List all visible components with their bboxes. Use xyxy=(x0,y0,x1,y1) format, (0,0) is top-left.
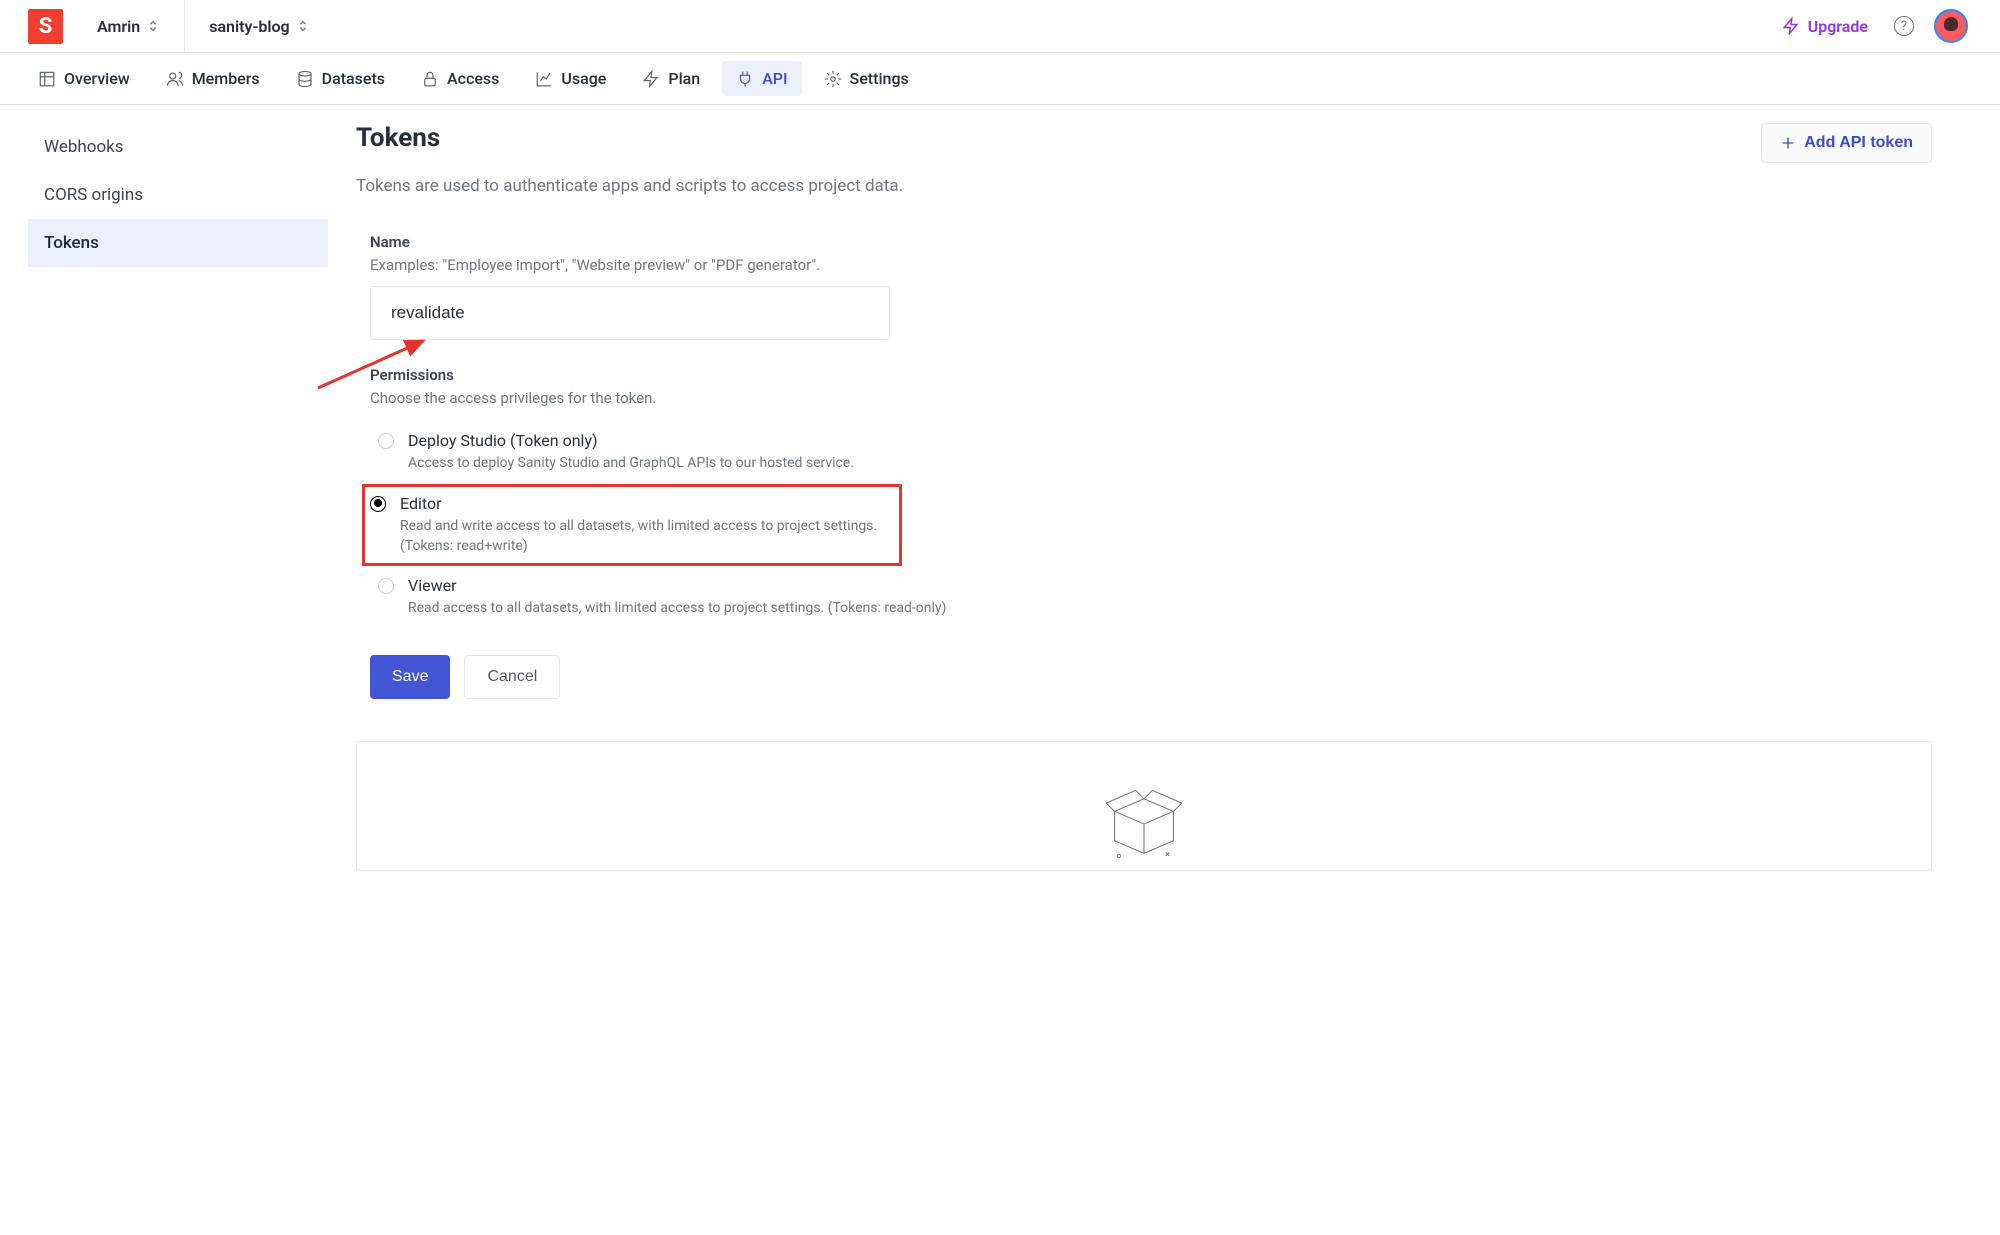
tab-settings[interactable]: Settings xyxy=(810,61,923,96)
radio-desc: Read and write access to all datasets, w… xyxy=(400,516,894,557)
upgrade-button[interactable]: Upgrade xyxy=(1770,11,1880,42)
sidebar-item-cors[interactable]: CORS origins xyxy=(28,171,328,219)
radio-title: Viewer xyxy=(408,576,946,595)
tab-label: Plan xyxy=(668,69,700,88)
token-form: Name Examples: "Employee import", "Websi… xyxy=(356,233,1932,698)
org-selector[interactable]: Amrin xyxy=(87,11,170,42)
chevron-updown-icon xyxy=(296,19,310,33)
users-icon xyxy=(166,70,184,88)
tab-label: Overview xyxy=(64,69,130,88)
plus-icon xyxy=(1780,135,1796,151)
database-icon xyxy=(296,70,314,88)
chevron-updown-icon xyxy=(146,19,160,33)
lightning-icon xyxy=(642,70,660,88)
permission-viewer[interactable]: Viewer Read access to all datasets, with… xyxy=(370,566,1932,628)
permission-editor[interactable]: Editor Read and write access to all data… xyxy=(362,484,902,567)
tab-plan[interactable]: Plan xyxy=(628,61,714,96)
tab-label: Members xyxy=(192,69,260,88)
radio-icon xyxy=(378,578,394,594)
name-input[interactable] xyxy=(370,286,890,340)
radio-title: Deploy Studio (Token only) xyxy=(408,431,854,450)
tab-usage[interactable]: Usage xyxy=(521,61,620,96)
divider xyxy=(184,0,185,53)
sidebar-item-webhooks[interactable]: Webhooks xyxy=(28,123,328,171)
sanity-logo[interactable]: S xyxy=(28,9,63,44)
permissions-hint: Choose the access privileges for the tok… xyxy=(370,389,1932,407)
avatar[interactable] xyxy=(1934,9,1968,43)
tab-label: Settings xyxy=(850,69,909,88)
api-sidebar: Webhooks CORS origins Tokens xyxy=(28,123,328,871)
tab-api[interactable]: API xyxy=(722,61,801,96)
help-button[interactable]: ? xyxy=(1894,16,1914,36)
radio-desc: Read access to all datasets, with limite… xyxy=(408,598,946,618)
project-selector[interactable]: sanity-blog xyxy=(199,11,319,42)
page-title: Tokens xyxy=(356,123,440,153)
add-api-token-button[interactable]: Add API token xyxy=(1761,123,1932,163)
tab-overview[interactable]: Overview xyxy=(24,61,144,96)
plug-icon xyxy=(736,70,754,88)
name-hint: Examples: "Employee import", "Website pr… xyxy=(370,256,1932,274)
cancel-button[interactable]: Cancel xyxy=(464,655,560,699)
top-bar: S Amrin sanity-blog Upgrade ? xyxy=(0,0,2000,53)
grid-icon xyxy=(38,70,56,88)
tab-label: API xyxy=(762,69,787,88)
chart-icon xyxy=(535,70,553,88)
project-tabs: Overview Members Datasets Access Usage P… xyxy=(0,53,2000,105)
org-name: Amrin xyxy=(97,17,140,36)
tab-datasets[interactable]: Datasets xyxy=(282,61,399,96)
permissions-label: Permissions xyxy=(370,366,1932,384)
permission-radio-group: Deploy Studio (Token only) Access to dep… xyxy=(370,421,1932,628)
radio-desc: Access to deploy Sanity Studio and Graph… xyxy=(408,453,854,473)
radio-icon xyxy=(378,433,394,449)
empty-state xyxy=(356,741,1932,871)
name-label: Name xyxy=(370,233,1932,251)
tab-access[interactable]: Access xyxy=(407,61,513,96)
gear-icon xyxy=(824,70,842,88)
add-btn-label: Add API token xyxy=(1804,134,1913,152)
radio-title: Editor xyxy=(400,494,894,513)
tab-label: Access xyxy=(447,69,499,88)
project-name: sanity-blog xyxy=(209,17,289,36)
radio-icon xyxy=(370,496,386,512)
open-box-icon xyxy=(1102,782,1186,866)
permission-deploy-studio[interactable]: Deploy Studio (Token only) Access to dep… xyxy=(370,421,1932,483)
lightning-icon xyxy=(1782,17,1800,35)
tab-label: Usage xyxy=(561,69,606,88)
page-content: Tokens Add API token Tokens are used to … xyxy=(356,123,1972,871)
tab-label: Datasets xyxy=(322,69,385,88)
upgrade-label: Upgrade xyxy=(1808,17,1868,36)
save-button[interactable]: Save xyxy=(370,655,450,699)
tab-members[interactable]: Members xyxy=(152,61,274,96)
sidebar-item-tokens[interactable]: Tokens xyxy=(28,219,328,267)
page-intro: Tokens are used to authenticate apps and… xyxy=(356,173,916,199)
lock-icon xyxy=(421,70,439,88)
